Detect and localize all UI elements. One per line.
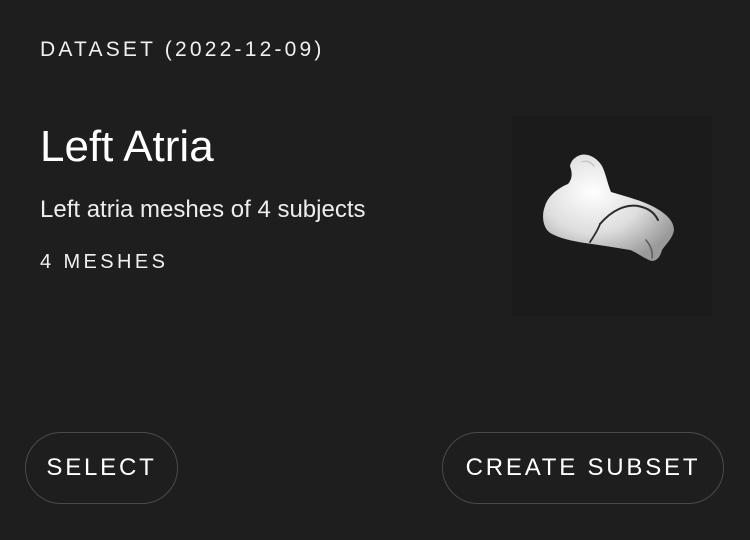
dataset-title: Left Atria <box>40 122 214 171</box>
select-button[interactable]: SELECT <box>25 432 178 504</box>
left-atrium-mesh-icon <box>543 154 674 261</box>
create-subset-button[interactable]: CREATE SUBSET <box>442 432 724 504</box>
dataset-thumbnail <box>512 116 712 316</box>
dataset-overline: DATASET (2022-12-09) <box>40 38 325 61</box>
dataset-description: Left atria meshes of 4 subjects <box>40 196 366 223</box>
mesh-count: 4 MESHES <box>40 251 169 273</box>
dataset-card: DATASET (2022-12-09) Left Atria Left atr… <box>0 0 750 540</box>
